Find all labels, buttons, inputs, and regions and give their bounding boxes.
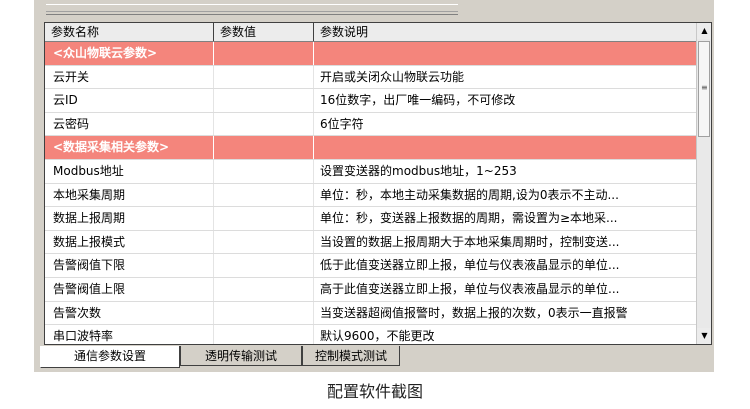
param-name-cell: 告警次数 <box>45 301 214 325</box>
param-name-cell: 云ID <box>45 89 214 112</box>
param-value-cell[interactable] <box>214 112 314 136</box>
column-header-name[interactable]: 参数名称 <box>45 23 214 41</box>
config-window: 参数名称 参数值 参数说明 <众山物联云参数> 云开关 开启或关闭众山物联云功能云I… <box>34 0 714 372</box>
column-header-value[interactable]: 参数值 <box>214 23 314 41</box>
param-description-cell <box>314 136 696 159</box>
scroll-up-arrow-icon[interactable]: ▲ <box>697 23 711 39</box>
param-value-cell[interactable] <box>214 136 314 159</box>
scroll-down-arrow-icon[interactable]: ▼ <box>697 328 711 344</box>
param-value-cell[interactable] <box>214 207 314 230</box>
param-value-cell[interactable] <box>214 159 314 183</box>
param-description-cell: 高于此值变送器立即上报，单位与仪表液晶显示的单位... <box>320 281 620 296</box>
param-description-cell: 开启或关闭众山物联云功能 <box>320 69 465 84</box>
param-value-cell[interactable] <box>214 230 314 254</box>
table-row[interactable]: 告警阀值上限 高于此值变送器立即上报，单位与仪表液晶显示的单位... <box>45 277 696 302</box>
grid-rows: <众山物联云参数> 云开关 开启或关闭众山物联云功能云ID 16位数字，出厂唯一编码，… <box>45 42 696 344</box>
param-name-cell: <众山物联云参数> <box>45 42 214 65</box>
param-name-cell: 数据上报模式 <box>45 230 214 254</box>
table-row[interactable]: Modbus地址 设置变送器的modbus地址，1~253 <box>45 159 696 184</box>
param-value-cell[interactable] <box>214 65 314 89</box>
column-header-description[interactable]: 参数说明 <box>314 23 696 41</box>
grid-header: 参数名称 参数值 参数说明 <box>45 23 696 42</box>
param-description-cell: 16位数字，出厂唯一编码，不可修改 <box>320 93 516 108</box>
tab-communication-settings[interactable]: 通信参数设置 <box>40 346 180 368</box>
param-value-cell[interactable] <box>214 183 314 207</box>
table-row[interactable]: 云ID 16位数字，出厂唯一编码，不可修改 <box>45 89 696 113</box>
param-name-cell: 告警阀值上限 <box>45 277 214 301</box>
section-row[interactable]: <数据采集相关参数> <box>45 136 696 160</box>
param-description-cell: 默认9600，不能更改 <box>320 329 435 344</box>
param-description-cell: 当设置的数据上报周期大于本地采集周期时，控制变送... <box>320 234 620 249</box>
scrollbar-thumb[interactable]: ≡ <box>698 41 710 137</box>
param-name-cell: <数据采集相关参数> <box>45 136 214 159</box>
table-row[interactable]: 云开关 开启或关闭众山物联云功能 <box>45 65 696 90</box>
top-panel-edge <box>46 0 458 15</box>
tab-transparent-transmission-test[interactable]: 透明传输测试 <box>180 346 302 366</box>
param-value-cell[interactable] <box>214 301 314 325</box>
parameter-grid[interactable]: 参数名称 参数值 参数说明 <众山物联云参数> 云开关 开启或关闭众山物联云功能云I… <box>44 22 712 345</box>
param-name-cell: 告警阀值下限 <box>45 254 214 277</box>
param-description-cell: 低于此值变送器立即上报，单位与仪表液晶显示的单位... <box>320 258 620 273</box>
param-name-cell: 云密码 <box>45 112 214 136</box>
param-value-cell[interactable] <box>214 89 314 112</box>
param-name-cell: 串口波特率 <box>45 325 214 344</box>
param-name-cell: 云开关 <box>45 65 214 89</box>
figure-caption: 配置软件截图 <box>326 382 423 401</box>
param-description-cell: 6位字符 <box>320 116 364 131</box>
param-name-cell: 数据上报周期 <box>45 207 214 230</box>
table-row[interactable]: 串口波特率 默认9600，不能更改 <box>45 325 696 344</box>
param-value-cell[interactable] <box>214 325 314 344</box>
table-row[interactable]: 本地采集周期 单位：秒，本地主动采集数据的周期,设为0表示不主动... <box>45 183 696 208</box>
param-name-cell: 本地采集周期 <box>45 183 214 207</box>
vertical-scrollbar[interactable]: ▲ ≡ ▼ <box>696 23 711 344</box>
table-row[interactable]: 数据上报模式 当设置的数据上报周期大于本地采集周期时，控制变送... <box>45 230 696 255</box>
section-row[interactable]: <众山物联云参数> <box>45 42 696 66</box>
tab-control-mode-test[interactable]: 控制模式测试 <box>302 346 400 366</box>
param-description-cell: 当变送器超阀值报警时，数据上报的次数，0表示一直报警 <box>320 305 628 320</box>
param-value-cell[interactable] <box>214 254 314 277</box>
param-name-cell: Modbus地址 <box>45 159 214 183</box>
param-description-cell: 设置变送器的modbus地址，1~253 <box>320 163 517 178</box>
param-description-cell: 单位：秒，变送器上报数据的周期，需设置为≥本地采... <box>320 211 618 226</box>
param-description-cell <box>314 42 696 65</box>
table-row[interactable]: 告警阀值下限 低于此值变送器立即上报，单位与仪表液晶显示的单位... <box>45 254 696 278</box>
grip-icon: ≡ <box>701 83 708 92</box>
param-value-cell[interactable] <box>214 277 314 301</box>
param-value-cell[interactable] <box>214 42 314 65</box>
param-description-cell: 单位：秒，本地主动采集数据的周期,设为0表示不主动... <box>320 187 619 202</box>
table-row[interactable]: 告警次数 当变送器超阀值报警时，数据上报的次数，0表示一直报警 <box>45 301 696 326</box>
table-row[interactable]: 云密码 6位字符 <box>45 112 696 137</box>
table-row[interactable]: 数据上报周期 单位：秒，变送器上报数据的周期，需设置为≥本地采... <box>45 207 696 231</box>
